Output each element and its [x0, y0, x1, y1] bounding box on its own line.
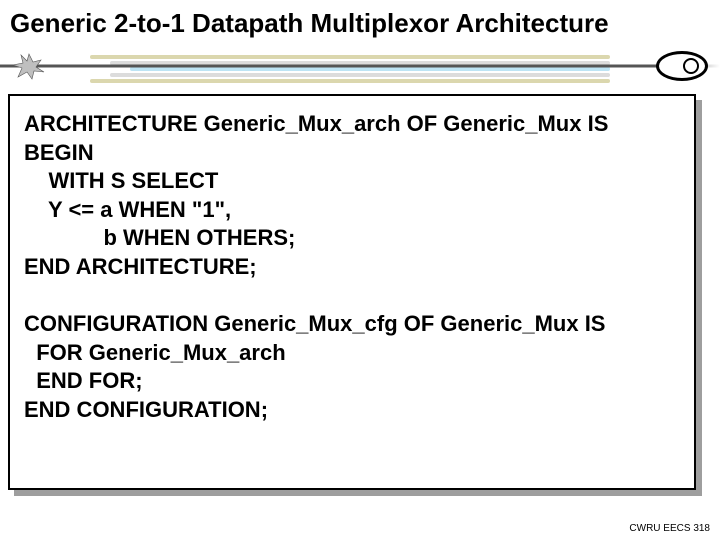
star-burst-icon [10, 52, 48, 80]
decor-stripe [90, 55, 610, 59]
code-line: END FOR; [24, 368, 143, 393]
slide-title: Generic 2-to-1 Datapath Multiplexor Arch… [0, 0, 720, 43]
code-line: Y <= a WHEN "1", [24, 197, 231, 222]
code-line: b WHEN OTHERS; [24, 225, 295, 250]
oval-terminator-icon [656, 51, 708, 81]
code-line: END CONFIGURATION; [24, 397, 268, 422]
decor-stripe [90, 79, 610, 83]
code-line: END ARCHITECTURE; [24, 254, 257, 279]
code-line: FOR Generic_Mux_arch [24, 340, 286, 365]
code-line: ARCHITECTURE Generic_Mux_arch OF Generic… [24, 111, 608, 136]
decor-stripe [110, 73, 610, 77]
code-line: WITH S SELECT [24, 168, 218, 193]
decor-main-line [0, 65, 720, 68]
code-line: BEGIN [24, 140, 94, 165]
decor-stripe [130, 67, 610, 71]
title-underline-decor [0, 49, 720, 83]
code-box: ARCHITECTURE Generic_Mux_arch OF Generic… [8, 94, 696, 490]
vhdl-code: ARCHITECTURE Generic_Mux_arch OF Generic… [24, 110, 680, 425]
code-line: CONFIGURATION Generic_Mux_cfg OF Generic… [24, 311, 606, 336]
footer-text: CWRU EECS 318 [629, 523, 710, 534]
